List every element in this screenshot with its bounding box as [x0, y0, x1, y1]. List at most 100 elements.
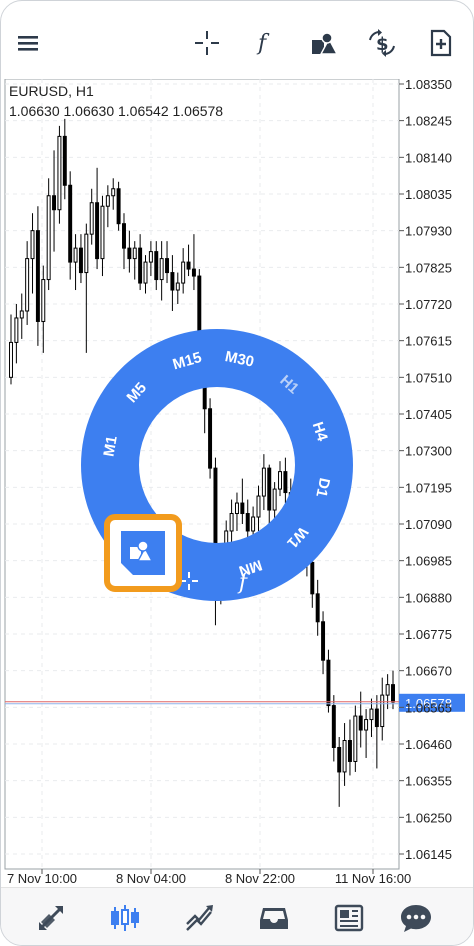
candle: [116, 181, 121, 231]
candle: [62, 118, 67, 200]
candlestick-chart-icon: [111, 905, 139, 931]
candle: [331, 695, 336, 762]
y-tick-label: 1.07510: [405, 370, 452, 385]
candle: [234, 492, 239, 531]
y-tick-label: 1.06460: [405, 737, 452, 752]
candle: [170, 255, 175, 311]
candle: [326, 649, 331, 713]
hamburger-menu-icon[interactable]: [13, 28, 43, 58]
timeframe-m1[interactable]: M1: [100, 435, 120, 458]
candle: [256, 485, 261, 531]
shapes-icon[interactable]: [309, 28, 339, 58]
y-tick-label: 1.08350: [405, 79, 452, 92]
new-order-icon[interactable]: [426, 28, 456, 58]
candle: [35, 206, 40, 346]
candle: [364, 709, 369, 758]
y-tick-label: 1.06775: [405, 627, 452, 642]
y-tick-label: 1.07930: [405, 224, 452, 239]
top-toolbar: f $: [1, 1, 473, 79]
candle: [138, 234, 143, 291]
candle: [41, 265, 46, 353]
candle: [95, 167, 100, 270]
chat-messages-icon: [401, 905, 431, 932]
wheel-objects-button[interactable]: [104, 514, 182, 592]
candle: [240, 478, 245, 524]
x-tick-label: 7 Nov 10:00: [7, 871, 77, 886]
candle: [272, 482, 277, 521]
candle: [89, 188, 94, 245]
timeframe-wheel[interactable]: M1M5M15 M30H1H4D1W1MNf: [81, 329, 353, 601]
candle: [347, 719, 352, 776]
candle: [127, 230, 132, 273]
nav-messages[interactable]: [398, 900, 434, 936]
candle: [84, 223, 89, 353]
candle: [267, 464, 272, 528]
candle: [68, 171, 73, 280]
candle: [181, 248, 186, 294]
symbol-timeframe-label: EURUSD, H1: [9, 83, 94, 99]
svg-text:$: $: [376, 34, 389, 55]
candle: [78, 234, 83, 284]
candle: [105, 185, 110, 228]
y-tick-label: 1.07300: [405, 444, 452, 459]
bottom-navigation: [1, 887, 473, 945]
x-tick-label: 11 Nov 16:00: [335, 871, 411, 886]
candle: [73, 234, 78, 291]
candle: [191, 234, 196, 291]
y-tick-label: 1.07720: [405, 297, 452, 312]
chart-canvas[interactable]: 1.06578 1.083501.082451.081401.080351.07…: [1, 79, 473, 887]
x-tick-label: 8 Nov 22:00: [225, 871, 295, 886]
nav-history[interactable]: [256, 900, 292, 936]
y-tick-label: 1.08245: [405, 114, 452, 129]
candle: [143, 255, 148, 294]
y-tick-label: 1.06355: [405, 774, 452, 789]
candle: [186, 244, 191, 277]
dollar-exchange-icon[interactable]: $: [367, 28, 397, 58]
candle: [14, 304, 19, 364]
candle: [9, 314, 13, 385]
news-icon: [334, 904, 364, 932]
function-icon[interactable]: f: [249, 28, 279, 58]
candle: [342, 723, 347, 786]
candle: [132, 241, 137, 280]
candle: [52, 150, 57, 252]
y-tick-label: 1.07615: [405, 334, 452, 349]
candle: [353, 705, 358, 772]
y-tick-label: 1.06565: [405, 700, 452, 715]
y-tick-label: 1.06145: [405, 847, 452, 862]
y-tick-label: 1.07825: [405, 260, 452, 275]
candle: [358, 691, 363, 748]
candle: [380, 677, 385, 741]
candle: [261, 454, 266, 511]
history-inbox-icon: [260, 908, 288, 929]
candle: [321, 611, 326, 675]
nav-chart[interactable]: [107, 900, 143, 936]
candle: [154, 241, 159, 291]
candle: [208, 398, 213, 479]
crosshair-icon[interactable]: [192, 28, 222, 58]
candle: [19, 293, 24, 339]
candle: [278, 461, 282, 497]
nav-quotes[interactable]: [33, 900, 69, 936]
candle: [46, 178, 51, 291]
candle: [148, 241, 153, 277]
app-frame: f $ 1.06578 1.08350 1.08245 1.08140 1.08035…: [0, 0, 474, 946]
y-tick-label: 1.08035: [405, 187, 452, 202]
svg-text:f: f: [256, 31, 270, 56]
y-tick-label: 1.06670: [405, 664, 452, 679]
candle: [30, 213, 35, 294]
y-tick-label: 1.06250: [405, 810, 452, 825]
price-chart[interactable]: 1.06578 1.08350 1.08245 1.08140 1.08035 1.07…: [1, 79, 473, 887]
candle: [25, 241, 30, 325]
candle: [100, 195, 105, 277]
candle: [175, 272, 180, 304]
candle: [337, 737, 342, 807]
nav-news[interactable]: [331, 900, 367, 936]
y-tick-label: 1.06880: [405, 590, 452, 605]
nav-trade[interactable]: [182, 900, 218, 936]
candle: [111, 178, 116, 210]
ohlc-values-label: 1.06630 1.06630 1.06542 1.06578: [9, 103, 224, 119]
candle: [159, 241, 164, 301]
y-tick-label: 1.07405: [405, 407, 452, 422]
y-tick-label: 1.07195: [405, 480, 452, 495]
